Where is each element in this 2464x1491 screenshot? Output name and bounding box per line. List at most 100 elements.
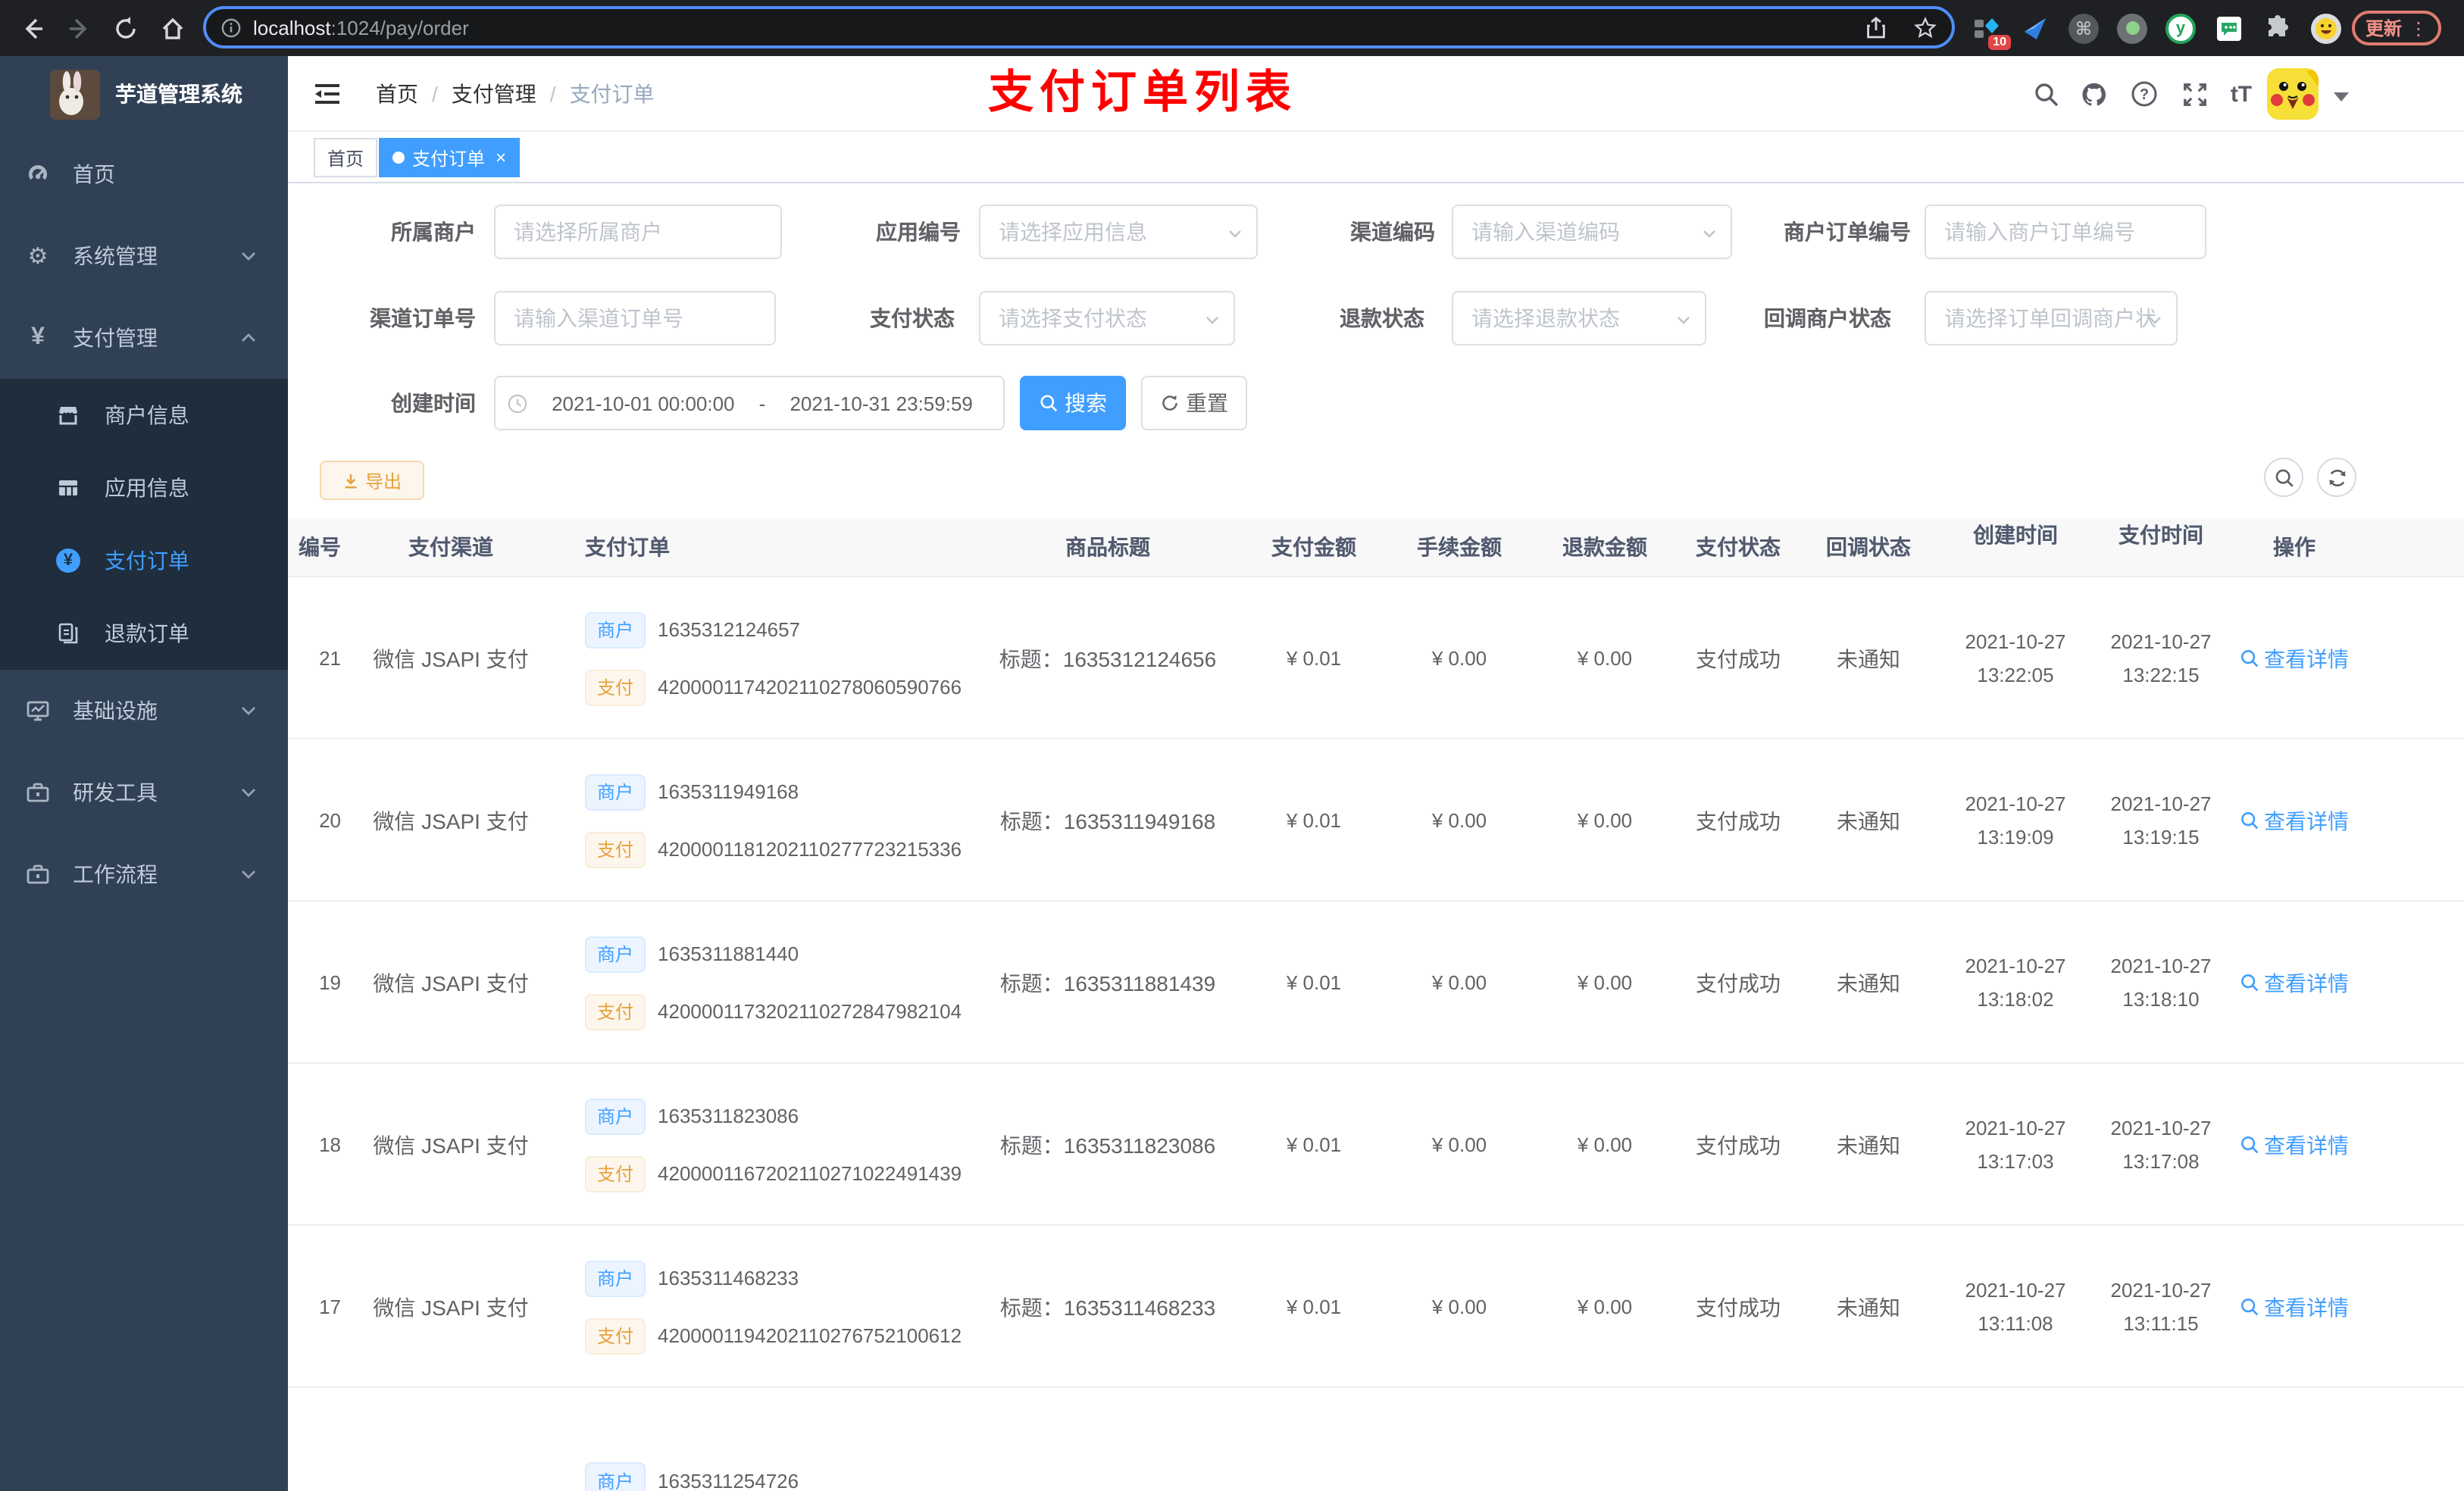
breadcrumb-home[interactable]: 首页 [376,79,418,109]
search-button[interactable]: 搜索 [1020,376,1126,430]
view-detail-label: 查看详情 [2264,1133,2349,1157]
browser-forward-icon[interactable] [61,11,97,47]
channel-code-input[interactable] [1453,206,1731,258]
bookmark-star-icon[interactable] [1914,16,1937,39]
tag-pay-order[interactable]: 支付订单 × [379,138,521,177]
extension-kite-icon[interactable] [2018,11,2052,45]
date-range-picker[interactable]: 2021-10-01 00:00:00 - 2021-10-31 23:59:5… [494,376,1005,430]
refresh-table-button[interactable] [2317,458,2356,497]
refund-status-select[interactable] [1452,291,1706,345]
share-icon[interactable] [1865,16,1887,39]
payment-submenu: 商户信息 应用信息 ¥ 支付订单 退款订单 [0,379,288,670]
merchant-order-no-field[interactable] [1925,205,2206,259]
app-select[interactable] [979,205,1258,259]
chrome-update-button[interactable]: 更新 ⋮ [2352,11,2442,45]
merchant-order-no-input[interactable] [1926,206,2205,258]
notify-status-select[interactable] [1925,291,2178,345]
export-label: 导出 [364,470,402,492]
filter-label: 渠道编码 [1350,220,1435,244]
filter-label: 所属商户 [391,220,476,244]
export-button[interactable]: 导出 [320,461,424,500]
github-icon[interactable] [2081,80,2108,108]
user-avatar[interactable] [2267,68,2319,120]
search-icon [1040,395,1057,412]
view-detail-link[interactable]: 查看详情 [2219,577,2370,739]
channel-code-select[interactable] [1452,205,1732,259]
tag-home[interactable]: 首页 [314,138,378,177]
view-detail-link[interactable]: 查看详情 [2219,902,2370,1064]
pay-status-select[interactable] [979,291,1235,345]
extension-recorder-icon[interactable] [2115,11,2149,45]
help-icon[interactable]: ? [2131,80,2158,108]
pay-order-no: 4200001167202110271022491439 [658,1162,962,1185]
extension-devtool-icon[interactable]: 10 [1970,11,2011,49]
cell-refund: ¥ 0.00 [1577,971,1633,994]
gear-icon: ⚙ [27,244,48,270]
url-path: :1024/pay/order [330,16,469,39]
notify-status-input[interactable] [1926,292,2176,344]
view-detail-link[interactable]: 查看详情 [2219,739,2370,902]
pay-order-no: 4200001174202110278060590766 [658,676,962,699]
sidebar-label: 工作流程 [73,862,158,886]
tag-label: 支付订单 [412,148,486,169]
sidebar-item-payment[interactable]: ¥ 支付管理 [0,297,288,379]
view-detail-link[interactable]: 查看详情 [2219,1226,2370,1388]
sidebar-collapse-icon[interactable] [314,80,341,108]
cell-id: 21 [319,647,341,670]
sidebar-item-home[interactable]: 首页 [0,133,288,215]
address-bar[interactable]: localhost:1024/pay/order [203,6,1955,48]
app-input[interactable] [980,206,1256,258]
view-detail-link[interactable]: 查看详情 [2219,1064,2370,1226]
breadcrumb-section[interactable]: 支付管理 [452,79,536,109]
channel-order-no-input[interactable] [496,292,774,344]
avatar-caret-icon[interactable] [2334,92,2349,102]
refund-status-input[interactable] [1453,292,1705,344]
profile-emoji-icon[interactable] [2309,11,2343,45]
chevron-down-icon [239,865,258,883]
extension-chat-icon[interactable] [2212,11,2246,45]
header-search-icon[interactable] [2032,80,2059,108]
extensions-puzzle-icon[interactable] [2261,11,2294,45]
merchant-input[interactable] [496,206,780,258]
browser-menu-icon[interactable]: ⋮ [2409,17,2428,39]
sidebar-item-devtools[interactable]: 研发工具 [0,752,288,833]
reset-button[interactable]: 重置 [1141,376,1247,430]
channel-order-no-field[interactable] [494,291,776,345]
merchant-order-no: 1635311823086 [658,1105,799,1127]
sidebar-item-refund-order[interactable]: 退款订单 [0,597,288,670]
cell-fee: ¥ 0.00 [1431,647,1487,670]
filter-label: 渠道订单号 [370,306,476,330]
sidebar-item-merchant-info[interactable]: 商户信息 [0,379,288,452]
cell-channel: 微信 JSAPI 支付 [373,971,529,995]
tag-close-icon[interactable]: × [496,148,506,167]
pay-tag: 支付 [585,831,646,867]
search-icon [2241,650,2259,667]
browser-home-icon[interactable] [155,11,191,47]
th-paid: 支付时间 [2118,523,2203,547]
sidebar-logo[interactable]: 芋道管理系统 [0,56,288,133]
merchant-select[interactable] [494,205,782,259]
browser-back-icon[interactable] [15,11,52,47]
sidebar-item-app-info[interactable]: 应用信息 [0,452,288,524]
cell-channel: 微信 JSAPI 支付 [373,646,529,670]
merchant-tag: 商户 [585,1098,646,1134]
show-search-toggle-button[interactable] [2264,458,2303,497]
cell-notify: 未通知 [1837,971,1900,995]
sidebar-item-workflow[interactable]: 工作流程 [0,833,288,915]
sidebar-item-pay-order[interactable]: ¥ 支付订单 [0,524,288,597]
font-size-icon[interactable]: tT [2228,80,2255,108]
toolbox-icon [26,780,50,805]
logo-rabbit-image [50,70,100,120]
sidebar-item-infra[interactable]: 基础设施 [0,670,288,752]
extension-y-icon[interactable]: y [2164,11,2197,45]
cell-paid: 2021-10-27 13:11:15 [2110,1278,2212,1334]
browser-reload-icon[interactable] [108,11,144,47]
pay-status-input[interactable] [980,292,1234,344]
extension-command-icon[interactable]: ⌘ [2067,11,2100,45]
cell-id: 17 [319,1296,341,1318]
refresh-icon [1162,395,1177,411]
cell-pay-order: 商户 1635312124657 支付 42000011742021102780… [585,577,964,739]
pay-order-no: 4200001194202110276752100612 [658,1324,962,1347]
sidebar-item-system[interactable]: ⚙ 系统管理 [0,215,288,297]
fullscreen-icon[interactable] [2181,80,2208,108]
